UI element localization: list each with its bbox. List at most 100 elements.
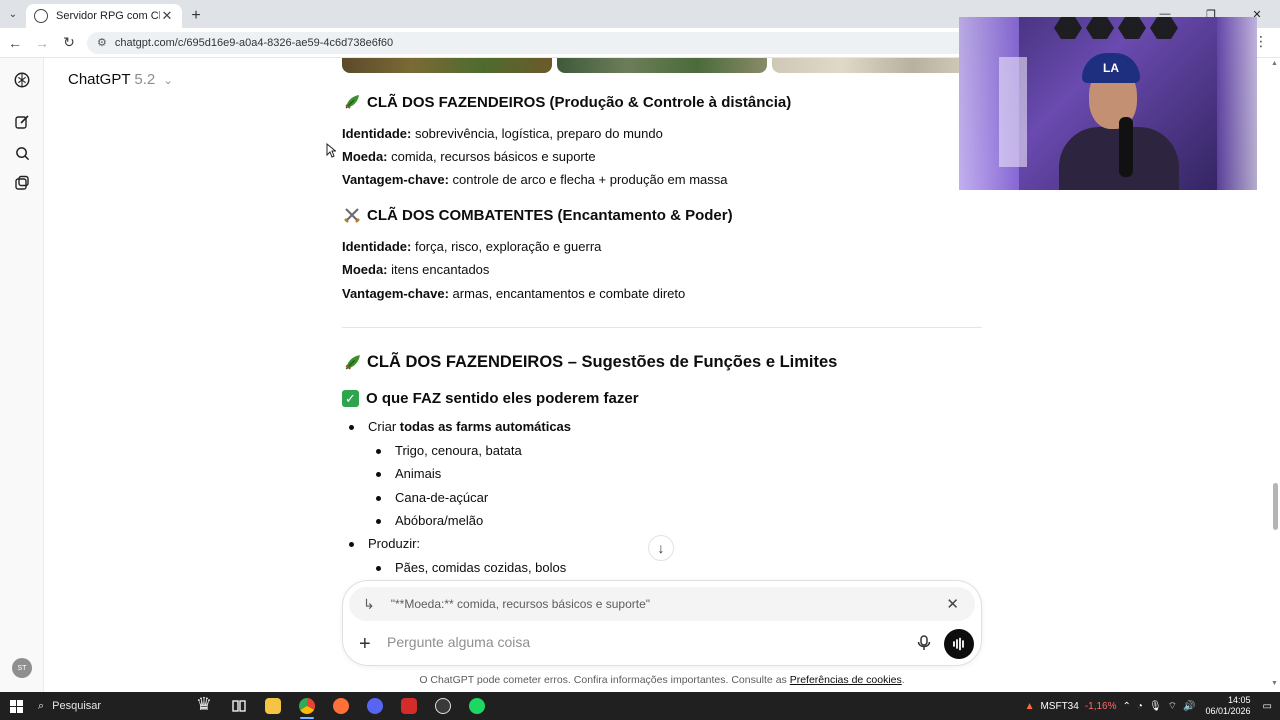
section-heading-farmers-functions: CLÃ DOS FAZENDEIROS – Sugestões de Funçõ… <box>342 353 837 372</box>
chatgpt-favicon-icon <box>34 9 48 23</box>
webcam-hex-panels <box>1054 17 1184 47</box>
currency-value: comida, recursos básicos e suporte <box>387 149 596 164</box>
section-heading-text: CLÃ DOS COMBATENTES (Encantamento & Pode… <box>367 206 733 224</box>
disclaimer-end: . <box>901 674 905 686</box>
clock[interactable]: 14:05 06/01/2026 <box>1206 695 1251 717</box>
wifi-icon[interactable]: ⌔ <box>1168 700 1177 713</box>
reload-icon[interactable]: ↻ <box>57 31 81 55</box>
microphone-tray-icon[interactable]: 🎙 <box>1149 701 1162 712</box>
currency-value: itens encantados <box>387 262 490 277</box>
model-selector[interactable]: ChatGPT 5.2 ⌄ <box>68 71 173 88</box>
reply-arrow-icon: ↳ <box>363 595 375 612</box>
network-icon[interactable]: ◔ <box>1137 701 1143 712</box>
voice-waveform-icon <box>953 637 964 651</box>
mouse-cursor-icon <box>326 143 336 158</box>
arrow-down-icon: ↓ <box>657 540 665 556</box>
farmer-leaf-icon <box>342 93 362 111</box>
crown-widget-icon[interactable]: ♛ <box>196 694 212 715</box>
site-info-icon[interactable]: ⚙ <box>97 36 107 49</box>
list-item: Abóbora/melão <box>375 513 484 528</box>
message-composer: ↳ "**Moeda:** comida, recursos básicos e… <box>342 580 982 666</box>
spotify-icon[interactable] <box>460 692 494 720</box>
obs-icon[interactable] <box>426 692 460 720</box>
webcam-neon-light <box>1217 17 1257 190</box>
generated-image-3[interactable] <box>772 58 982 73</box>
tray-overflow-chevron-icon[interactable]: ⌃ <box>1123 701 1131 712</box>
chatgpt-sidebar-rail: ST <box>0 58 44 692</box>
remove-quote-close-icon[interactable]: ✕ <box>946 595 959 613</box>
windows-start-icon[interactable] <box>0 692 32 720</box>
dictate-microphone-icon[interactable] <box>917 635 931 656</box>
list-item: Pães, comidas cozidas, bolos <box>375 560 567 575</box>
generated-image-1[interactable] <box>342 58 552 73</box>
scroll-to-bottom-button[interactable]: ↓ <box>648 535 674 561</box>
scrollbar-thumb[interactable] <box>1273 483 1278 530</box>
fighters-identity-line: Identidade: força, risco, exploração e g… <box>342 239 601 254</box>
volume-icon[interactable]: 🔊 <box>1183 701 1195 712</box>
task-view-icon[interactable] <box>222 692 256 720</box>
library-images-icon[interactable] <box>12 173 32 193</box>
model-name-label: ChatGPT <box>68 71 131 88</box>
tab-close-icon[interactable]: ✕ <box>160 8 174 24</box>
list-item-text: Criar <box>368 419 400 434</box>
fighters-currency-line: Moeda: itens encantados <box>342 262 489 277</box>
model-version-label: 5.2 <box>134 71 156 88</box>
currency-label: Moeda: <box>342 149 388 164</box>
cookie-preferences-link[interactable]: Preferências de cookies <box>790 674 902 686</box>
scroll-down-arrow-icon[interactable]: ▼ <box>1271 680 1278 687</box>
scroll-up-arrow-icon[interactable]: ▲ <box>1271 60 1278 67</box>
farmers-advantage-line: Vantagem-chave: controle de arco e flech… <box>342 172 728 187</box>
voice-mode-button[interactable] <box>944 629 974 659</box>
stock-widget-icon[interactable]: ▲ <box>1025 701 1035 712</box>
forward-arrow-icon[interactable]: → <box>30 31 54 55</box>
system-tray: ▲ MSFT34 -1,16% ⌃ ◔ 🎙 ⌔ 🔊 14:05 06/01/20… <box>1025 692 1280 720</box>
browser-tab-active[interactable]: Servidor RPG com Clãs ✕ <box>26 4 182 28</box>
crossed-swords-icon <box>342 206 362 224</box>
file-explorer-icon[interactable] <box>256 692 290 720</box>
section-heading-fighters: CLÃ DOS COMBATENTES (Encantamento & Pode… <box>342 206 733 224</box>
check-mark-icon: ✓ <box>342 390 359 407</box>
subsection-heading-text: O que FAZ sentido eles poderem fazer <box>366 390 639 407</box>
webcam-overlay: LA <box>959 17 1257 190</box>
user-avatar[interactable]: ST <box>12 658 32 678</box>
identity-value: força, risco, exploração e guerra <box>411 239 602 254</box>
stock-symbol[interactable]: MSFT34 <box>1040 701 1078 712</box>
firefox-icon[interactable] <box>324 692 358 720</box>
section-divider <box>342 327 982 328</box>
taskbar-search[interactable]: ⌕ Pesquisar ♛ <box>32 692 222 720</box>
farmers-currency-line: Moeda: comida, recursos básicos e suport… <box>342 149 596 164</box>
new-chat-pencil-icon[interactable] <box>12 112 32 132</box>
clock-date: 06/01/2026 <box>1205 706 1251 716</box>
list-item-bold: todas as farms automáticas <box>399 419 572 434</box>
list-item: Cana-de-açúcar <box>375 490 489 505</box>
chrome-icon[interactable] <box>290 692 324 720</box>
video-app-icon[interactable] <box>392 692 426 720</box>
url-text: chatgpt.com/c/695d16e9-a0a4-8326-ae59-4c… <box>114 36 394 49</box>
notifications-icon[interactable]: ▭ <box>1263 701 1272 712</box>
farmer-leaf-icon <box>342 354 362 372</box>
openai-logo-icon[interactable] <box>12 70 32 90</box>
prompt-input[interactable] <box>387 634 907 650</box>
stock-change[interactable]: -1,16% <box>1085 701 1117 712</box>
new-tab-plus-icon[interactable]: + <box>182 4 210 28</box>
back-arrow-icon[interactable]: ← <box>3 31 27 55</box>
search-icon[interactable] <box>12 143 32 163</box>
discord-icon[interactable] <box>358 692 392 720</box>
identity-label: Identidade: <box>342 126 412 141</box>
tab-title: Servidor RPG com Clãs <box>56 10 160 22</box>
tab-search-chevron-icon[interactable]: ⌄ <box>0 0 26 28</box>
currency-label: Moeda: <box>342 262 388 277</box>
section-heading-text: CLÃ DOS FAZENDEIROS – Sugestões de Funçõ… <box>367 353 838 371</box>
quoted-reply-chip: ↳ "**Moeda:** comida, recursos básicos e… <box>349 587 975 621</box>
generated-image-2[interactable] <box>557 58 767 73</box>
identity-label: Identidade: <box>342 239 412 254</box>
subsection-heading-allowed: ✓ O que FAZ sentido eles poderem fazer <box>342 390 639 407</box>
windows-taskbar: ⌕ Pesquisar ♛ ▲ MSFT34 -1,16% ⌃ ◔ 🎙 ⌔ 🔊 … <box>0 692 1280 720</box>
disclaimer-footer: O ChatGPT pode cometer erros. Confira in… <box>342 674 982 686</box>
page-scrollbar[interactable]: ▲ ▼ <box>1270 58 1280 692</box>
advantage-label: Vantagem-chave: <box>342 286 449 301</box>
farmers-identity-line: Identidade: sobrevivência, logística, pr… <box>342 126 663 141</box>
add-attachment-plus-icon[interactable]: + <box>359 633 371 656</box>
fighters-advantage-line: Vantagem-chave: armas, encantamentos e c… <box>342 286 685 301</box>
section-heading-farmers: CLÃ DOS FAZENDEIROS (Produção & Controle… <box>342 93 791 111</box>
